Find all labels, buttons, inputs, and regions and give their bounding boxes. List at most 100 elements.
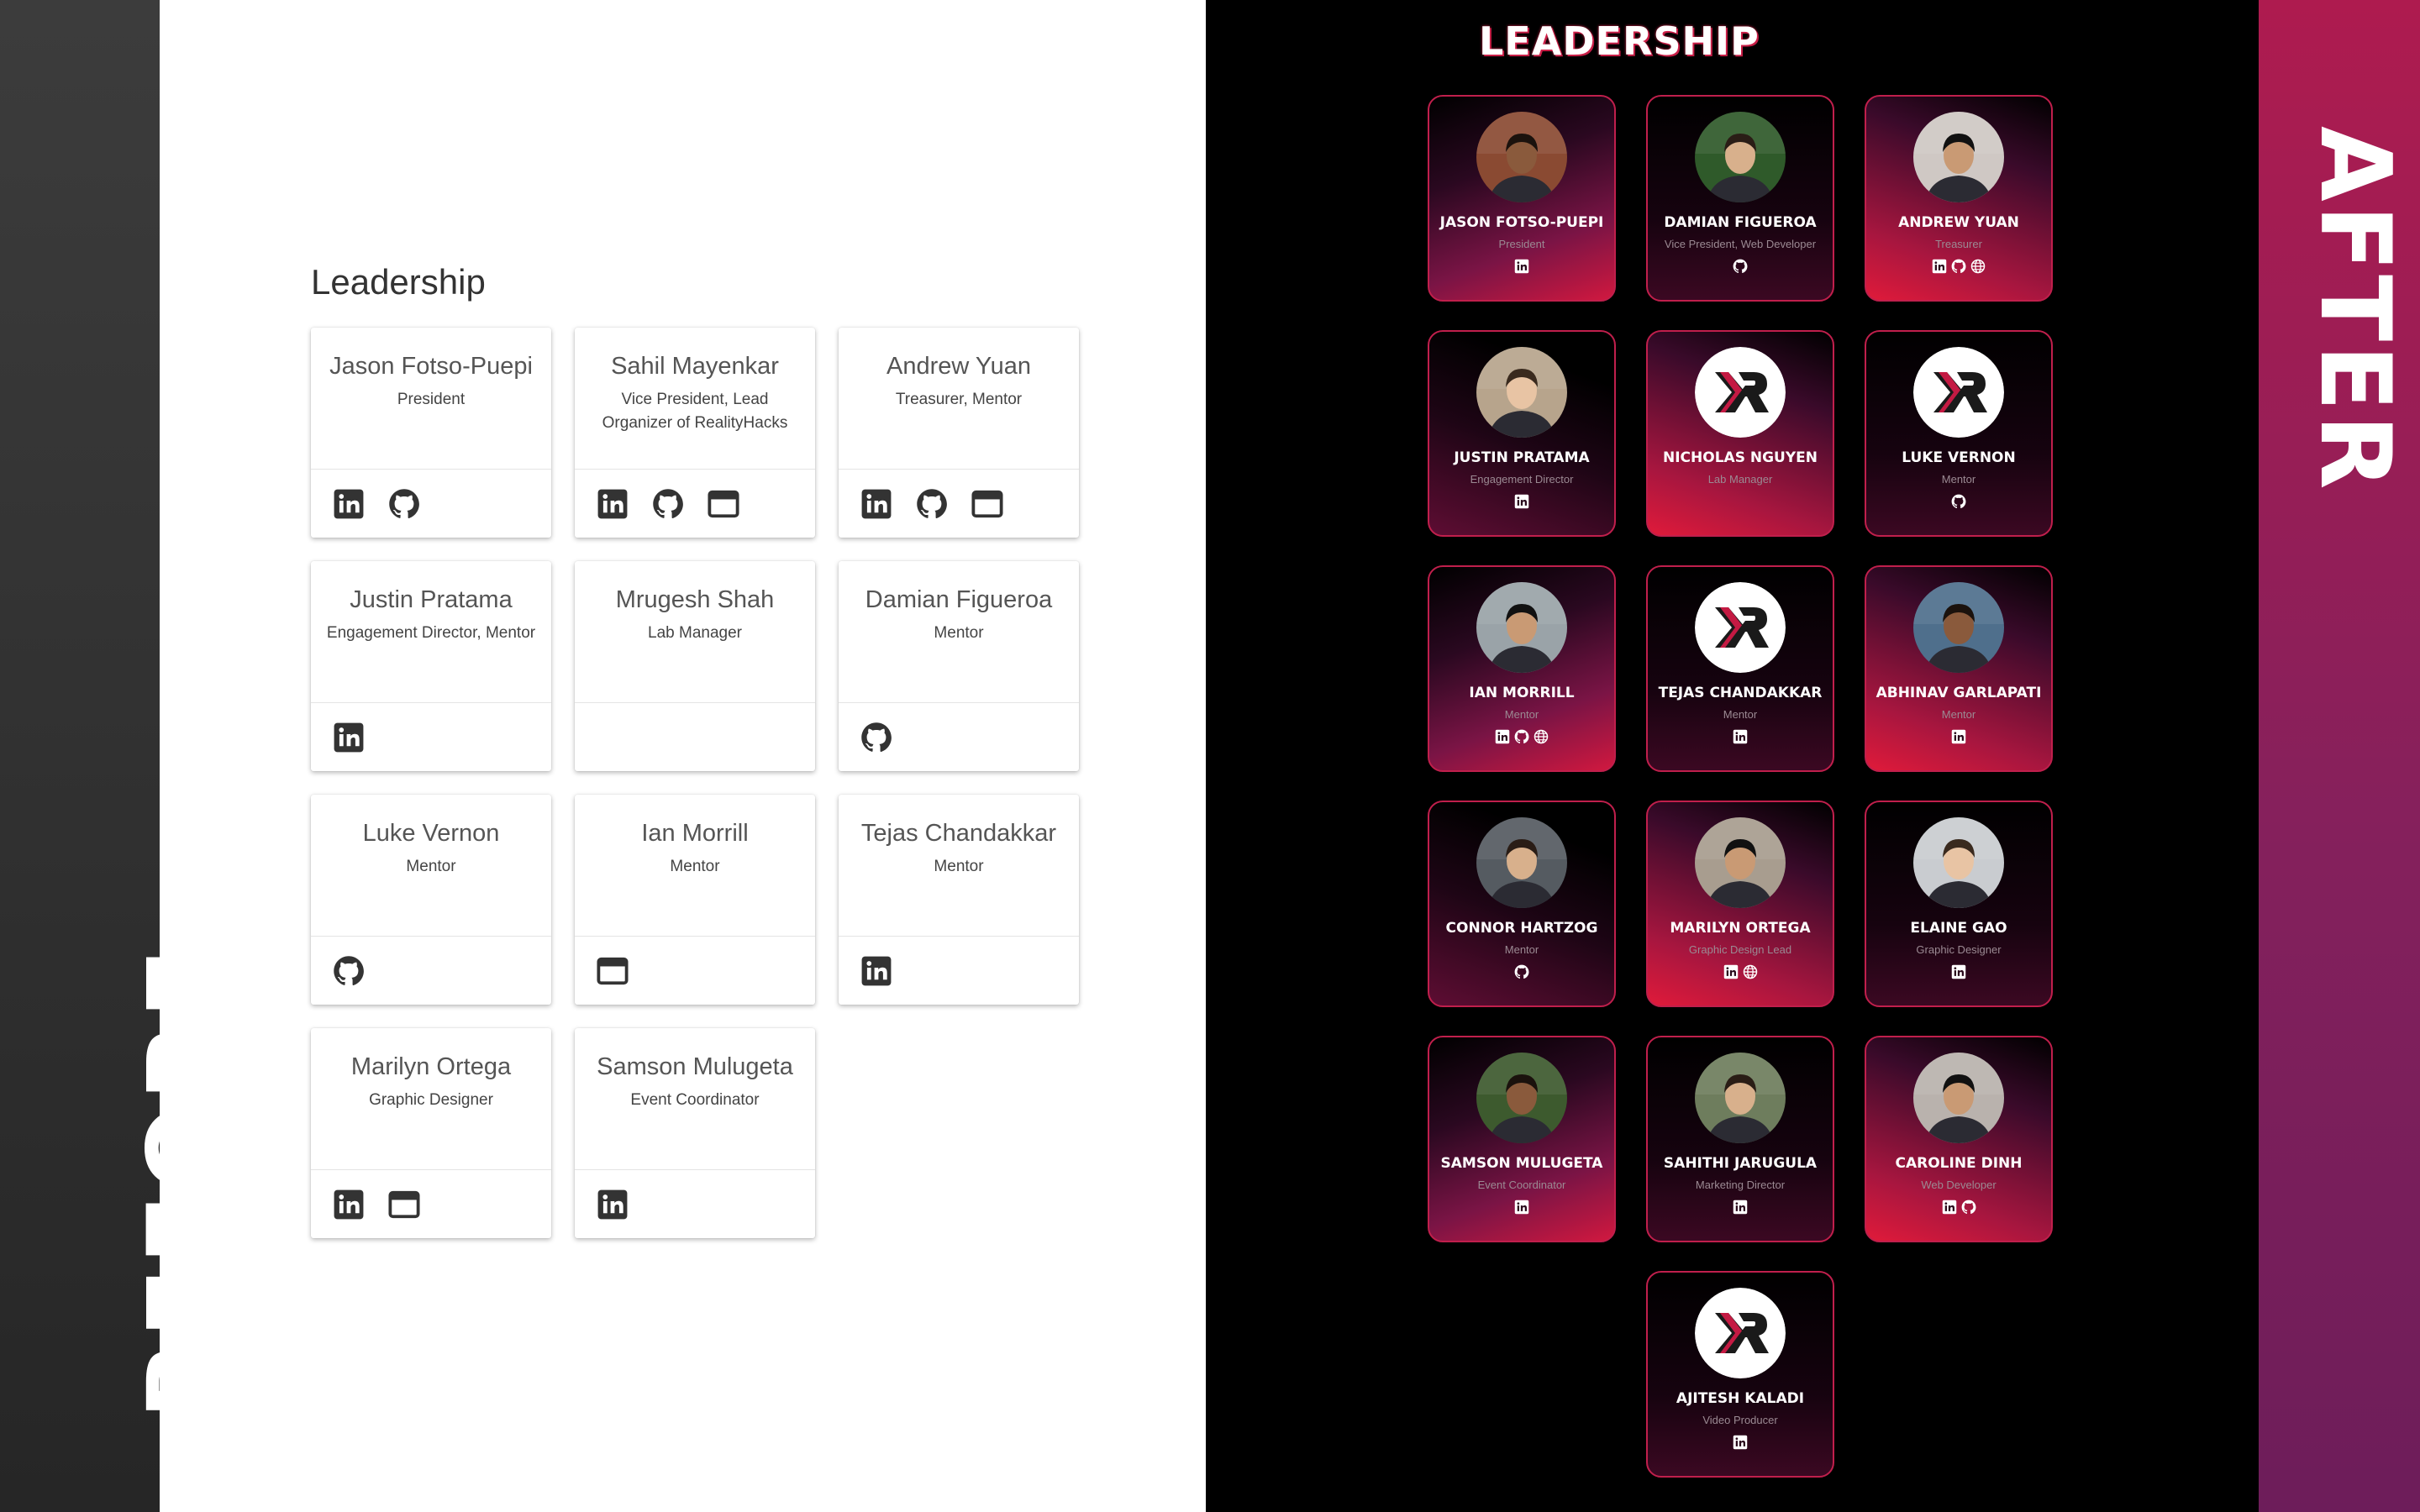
member-name: Mrugesh Shah — [615, 586, 775, 613]
linkedin-icon[interactable] — [333, 1189, 365, 1221]
github-icon[interactable] — [1514, 729, 1529, 744]
after-card: AJITESH KALADI Video Producer — [1646, 1271, 1834, 1478]
linkedin-icon[interactable] — [1495, 729, 1510, 744]
member-role: President — [1498, 238, 1545, 250]
after-card: DAMIAN FIGUEROA Vice President, Web Deve… — [1646, 95, 1834, 302]
linkedin-icon[interactable] — [1514, 259, 1529, 274]
member-role: Graphic Designer — [369, 1091, 493, 1109]
after-banner: AFTER — [2259, 0, 2420, 1512]
after-card: LUKE VERNON Mentor — [1865, 330, 2053, 537]
github-icon[interactable] — [333, 955, 365, 987]
member-name: LUKE VERNON — [1902, 449, 2016, 466]
member-name: Justin Pratama — [350, 586, 513, 613]
card-actions — [311, 1169, 551, 1238]
before-card: Damian Figueroa Mentor — [839, 561, 1079, 771]
card-actions — [1429, 1200, 1614, 1215]
linkedin-icon[interactable] — [1932, 259, 1947, 274]
member-name: SAHITHI JARUGULA — [1663, 1155, 1818, 1172]
github-icon[interactable] — [1951, 494, 1966, 509]
linkedin-icon[interactable] — [597, 488, 629, 520]
member-name: Ian Morrill — [641, 820, 749, 847]
member-name: CAROLINE DINH — [1895, 1155, 2023, 1172]
avatar — [1913, 582, 2004, 673]
website-icon[interactable] — [971, 488, 1003, 520]
member-role: Lab Manager — [648, 624, 742, 642]
avatar — [1913, 817, 2004, 908]
xr-logo-avatar — [1695, 582, 1786, 673]
member-name: JUSTIN PRATAMA — [1454, 449, 1590, 466]
after-card: NICHOLAS NGUYEN Lab Manager — [1646, 330, 1834, 537]
github-icon[interactable] — [1514, 964, 1529, 979]
card-actions — [839, 702, 1079, 771]
member-role: Video Producer — [1702, 1414, 1778, 1426]
member-name: Sahil Mayenkar — [611, 353, 779, 380]
card-actions — [1648, 964, 1833, 979]
member-role: Mentor — [406, 858, 456, 875]
member-role: Mentor — [934, 858, 984, 875]
linkedin-icon[interactable] — [333, 488, 365, 520]
member-name: Jason Fotso-Puepi — [329, 353, 533, 380]
avatar — [1476, 582, 1567, 673]
before-card: Justin Pratama Engagement Director, Ment… — [311, 561, 551, 771]
card-actions — [1866, 494, 2051, 509]
card-actions — [311, 469, 551, 538]
member-role: Web Developer — [1921, 1179, 1996, 1191]
linkedin-icon[interactable] — [1942, 1200, 1957, 1215]
linkedin-icon[interactable] — [1733, 729, 1748, 744]
member-name: IAN MORRILL — [1469, 685, 1575, 701]
globe-icon[interactable] — [1743, 964, 1758, 979]
github-icon[interactable] — [860, 722, 892, 753]
xr-logo-avatar — [1695, 1288, 1786, 1378]
linkedin-icon[interactable] — [1723, 964, 1739, 979]
website-icon[interactable] — [708, 488, 739, 520]
website-icon[interactable] — [597, 955, 629, 987]
member-role: Mentor — [670, 858, 720, 875]
after-card: MARILYN ORTEGA Graphic Design Lead — [1646, 801, 1834, 1007]
linkedin-icon[interactable] — [1514, 1200, 1529, 1215]
member-role: Mentor — [1941, 473, 1976, 486]
linkedin-icon[interactable] — [1514, 494, 1529, 509]
before-panel: Leadership Jason Fotso-Puepi President S… — [160, 0, 1206, 1512]
before-card: Ian Morrill Mentor — [575, 795, 815, 1005]
member-name: Tejas Chandakkar — [860, 820, 1057, 847]
after-card: TEJAS CHANDAKKAR Mentor — [1646, 565, 1834, 772]
globe-icon[interactable] — [1534, 729, 1549, 744]
before-card: Luke Vernon Mentor — [311, 795, 551, 1005]
member-role: Mentor — [1723, 708, 1758, 721]
github-icon[interactable] — [388, 488, 420, 520]
github-icon[interactable] — [916, 488, 948, 520]
member-role: Vice President, Web Developer — [1664, 238, 1817, 250]
avatar — [1476, 112, 1567, 202]
member-role: Mentor — [1941, 708, 1976, 721]
member-name: DAMIAN FIGUEROA — [1664, 214, 1817, 231]
after-heading: LEADERSHIP — [1479, 18, 1760, 64]
linkedin-icon[interactable] — [333, 722, 365, 753]
github-icon[interactable] — [1733, 259, 1748, 274]
linkedin-icon[interactable] — [1733, 1200, 1748, 1215]
before-card: Sahil Mayenkar Vice President, Lead Orga… — [575, 328, 815, 538]
card-actions — [839, 469, 1079, 538]
member-role: President — [397, 391, 466, 408]
member-role: Mentor — [934, 624, 984, 642]
linkedin-icon[interactable] — [1951, 964, 1966, 979]
member-name: Marilyn Ortega — [350, 1053, 512, 1080]
card-actions — [1648, 1200, 1833, 1215]
before-heading: Leadership — [311, 262, 486, 302]
member-name: MARILYN ORTEGA — [1670, 920, 1811, 937]
globe-icon[interactable] — [1970, 259, 1986, 274]
card-actions — [1648, 1435, 1833, 1450]
member-role: Engagement Director — [1470, 473, 1574, 486]
linkedin-icon[interactable] — [860, 488, 892, 520]
xr-logo-avatar — [1913, 347, 2004, 438]
linkedin-icon[interactable] — [1951, 729, 1966, 744]
github-icon[interactable] — [1951, 259, 1966, 274]
website-icon[interactable] — [388, 1189, 420, 1221]
avatar — [1695, 817, 1786, 908]
member-name: CONNOR HARTZOG — [1445, 920, 1598, 937]
github-icon[interactable] — [1961, 1200, 1976, 1215]
github-icon[interactable] — [652, 488, 684, 520]
xr-logo-avatar — [1695, 347, 1786, 438]
linkedin-icon[interactable] — [860, 955, 892, 987]
linkedin-icon[interactable] — [1733, 1435, 1748, 1450]
linkedin-icon[interactable] — [597, 1189, 629, 1221]
